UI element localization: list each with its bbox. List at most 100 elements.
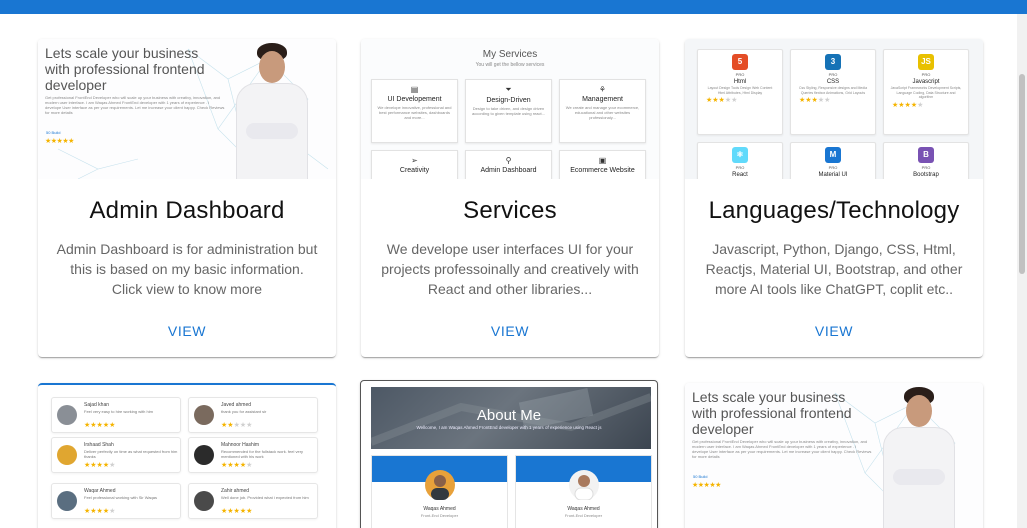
tech-logo-icon: 5 xyxy=(732,54,748,70)
thumb-hero-badge: 50 Build xyxy=(693,474,708,479)
review-rating: ★★★★★ xyxy=(84,508,116,515)
tech-logo-icon: B xyxy=(918,147,934,163)
profile-role: Front-End Developer xyxy=(420,513,459,518)
tech-rating: ★★★★★ xyxy=(706,97,738,104)
avatar xyxy=(425,470,455,500)
avatar xyxy=(194,491,214,511)
card-services: My Services You will get the bellow serv… xyxy=(361,39,659,357)
review-text: Recommended for the fullstack work. feel… xyxy=(221,449,304,459)
tech-level: PRO xyxy=(735,72,745,77)
thumb-services-sub: You will get the bellow services xyxy=(475,62,545,68)
avatar xyxy=(194,445,214,465)
about-subtitle: Wellcome, I am Waqas Ahmed FrontEnd deve… xyxy=(416,425,602,430)
review-text: Well done job. Provided what i expected … xyxy=(221,495,309,500)
view-button[interactable]: VIEW xyxy=(158,317,216,345)
card-admin-dashboard: Lets scale your business with profession… xyxy=(38,39,336,357)
avatar xyxy=(57,491,77,511)
tech-item: 5 PRO Html Layout Design Tools Design Web C… xyxy=(697,49,783,135)
review-rating: ★★★★★ xyxy=(221,422,253,429)
review-rating: ★★★★★ xyxy=(84,422,116,429)
service-item: ⚲ Admin Dashboard xyxy=(465,150,552,179)
tech-desc: Layout Design Tools Design Web Content H… xyxy=(707,86,773,95)
tech-name: Material UI xyxy=(818,172,848,178)
tech-item: JS PRO Javascript JavaScript Frameworks Dev… xyxy=(883,49,969,135)
about-title: About Me xyxy=(476,407,542,424)
service-item: ➢ Creativity xyxy=(371,150,458,179)
review-item: Waqar Ahmed Feel professional working wit… xyxy=(51,483,181,519)
scrollbar-thumb[interactable] xyxy=(1019,74,1025,274)
thumb-hero-rating: ★★★★★ xyxy=(692,482,721,489)
management-icon: ⚘ xyxy=(598,85,607,94)
review-rating: ★★★★★ xyxy=(84,462,116,469)
thumb-hero-text: Get professional FrontEnd Developer who … xyxy=(45,95,225,115)
tech-level: PRO xyxy=(828,72,838,77)
service-item: ⚘ Management We create and manage your e… xyxy=(559,79,646,143)
review-item: Mahnoor Hashim Recommended for the fullst… xyxy=(188,437,318,473)
card-title: Languages/Technology xyxy=(708,197,960,224)
developer-photo xyxy=(236,41,308,179)
thumb-hero-rating: ★★★★★ xyxy=(45,138,74,145)
tech-item: B PRO Bootstrap xyxy=(883,142,969,179)
review-item: Sajad khan Feel very easy to hire working… xyxy=(51,397,181,433)
review-item: Javed ahmed thank you for assistant sir ★★… xyxy=(188,397,318,433)
tech-item: ⚛ PRO React xyxy=(697,142,783,179)
tech-name: React xyxy=(732,172,748,178)
avatar xyxy=(57,445,77,465)
thumb-hero-badge: 50 Build xyxy=(46,130,61,135)
service-item: ▤ UI Developement We develope innovative… xyxy=(371,79,458,143)
tech-rating: ★★★★★ xyxy=(892,101,924,109)
card-description: Admin Dashboard is for administration bu… xyxy=(56,241,318,297)
send-icon: ➢ xyxy=(411,156,418,165)
tech-logo-icon: JS xyxy=(918,54,934,70)
review-text: thank you for assistant sir xyxy=(221,409,267,414)
profile-name: Waqas Ahmed xyxy=(423,506,456,512)
profile-name: Waqas Ahmed xyxy=(567,506,600,512)
list-icon: ▤ xyxy=(410,85,419,94)
profile-role: Front-End Developer xyxy=(564,513,603,518)
card-thumbnail: My Services You will get the bellow serv… xyxy=(361,39,659,179)
review-text: Feel very easy to hire working with him xyxy=(84,409,153,414)
developer-photo xyxy=(883,385,955,528)
tech-level: PRO xyxy=(921,165,931,170)
thumb-hero-heading: Lets scale your business with profession… xyxy=(692,389,852,437)
view-button[interactable]: VIEW xyxy=(481,317,539,345)
card-thumbnail: Lets scale your business with profession… xyxy=(38,39,336,179)
service-item: ▣ Ecommerce Website xyxy=(559,150,646,179)
card-thumbnail: 5 PRO Html Layout Design Tools Design Web C… xyxy=(685,39,983,179)
profile-card: Waqas Ahmed Front-End Developer xyxy=(515,455,652,528)
review-text: Feel professional working with Sir Waqas xyxy=(84,495,157,500)
tech-name: Bootstrap xyxy=(913,172,939,178)
user-icon: ⚲ xyxy=(505,156,512,165)
reviewer-name: Waqar Ahmed xyxy=(84,488,116,494)
store-icon: ▣ xyxy=(598,156,607,165)
card-about-preview[interactable]: About Me Wellcome, I am Waqas Ahmed Fron… xyxy=(360,380,658,528)
card-title: Admin Dashboard xyxy=(89,197,285,224)
tech-logo-icon: M xyxy=(825,147,841,163)
reviewer-name: Mahnoor Hashim xyxy=(221,442,260,448)
review-text: Deliver perfectly on time as what reques… xyxy=(84,449,178,459)
card-description: Javascript, Python, Django, CSS, Html, R… xyxy=(705,241,963,297)
tech-item: 3 PRO CSS Css Styling, Responsive designs a… xyxy=(790,49,876,135)
tech-desc: Css Styling, Responsive designs and Medi… xyxy=(798,86,868,95)
tech-logo-icon: ⚛ xyxy=(732,147,748,163)
avatar xyxy=(569,470,599,501)
card-hero-preview[interactable]: Lets scale your business with profession… xyxy=(685,383,983,528)
profile-card: Waqas Ahmed Front-End Developer xyxy=(371,455,508,528)
tech-level: PRO xyxy=(828,165,838,170)
card-description: We develope user interfaces UI for your … xyxy=(381,241,639,297)
tech-desc: JavaScript Frameworks Development Script… xyxy=(890,86,962,99)
card-reviews-preview[interactable]: Sajad khan Feel very easy to hire working… xyxy=(38,383,336,528)
thumb-hero-text: Get professional FrontEnd Developer who … xyxy=(692,439,872,459)
filter-icon: ⏷ xyxy=(505,85,512,94)
review-item: Zahir ahmed Well done job. Provided what … xyxy=(188,483,318,519)
thumb-services-heading: My Services xyxy=(482,49,538,60)
thumb-hero-heading: Lets scale your business with profession… xyxy=(45,45,205,93)
tech-item: M PRO Material UI xyxy=(790,142,876,179)
reviewer-name: Javed ahmed xyxy=(221,402,252,408)
avatar xyxy=(194,405,214,425)
view-button[interactable]: VIEW xyxy=(805,317,863,345)
service-item: ⏷ Design-Driven Design to take driven, a… xyxy=(465,79,552,143)
review-rating: ★★★★★ xyxy=(221,508,253,515)
page-scrollbar[interactable] xyxy=(1017,14,1027,528)
reviewer-name: Sajad khan xyxy=(84,402,110,408)
